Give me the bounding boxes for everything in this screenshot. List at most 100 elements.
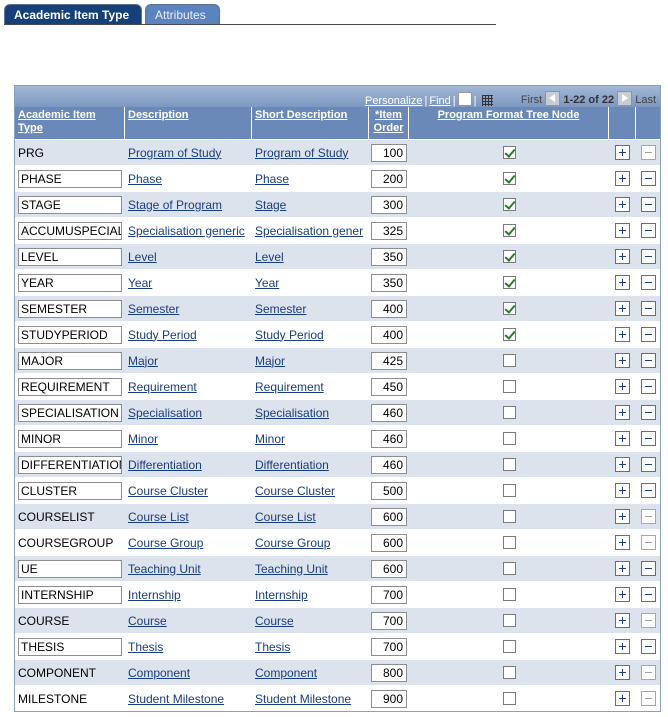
item-order-input[interactable]: 600 [371, 507, 407, 526]
academic-item-type-input[interactable]: SPECIALISATION [18, 403, 122, 422]
program-format-tree-node-checkbox[interactable] [502, 510, 516, 523]
description-link[interactable]: Differentiation [128, 458, 252, 472]
tab-attributes[interactable]: Attributes [145, 4, 220, 24]
add-row-icon[interactable] [615, 457, 630, 472]
short-description-link[interactable]: Specialisation gener [255, 224, 369, 238]
academic-item-type-input[interactable]: MINOR [18, 429, 122, 448]
short-description-link[interactable]: Phase [255, 172, 369, 186]
academic-item-type-input[interactable]: UE [18, 559, 122, 578]
item-order-input[interactable]: 300 [371, 195, 407, 214]
description-link[interactable]: Student Milestone [128, 692, 252, 706]
add-row-icon[interactable] [615, 639, 630, 654]
add-row-icon[interactable] [615, 561, 630, 576]
short-description-link[interactable]: Thesis [255, 640, 369, 654]
description-link[interactable]: Teaching Unit [128, 562, 252, 576]
program-format-tree-node-checkbox[interactable] [502, 666, 516, 679]
add-row-icon[interactable] [615, 223, 630, 238]
description-link[interactable]: Component [128, 666, 252, 680]
short-description-link[interactable]: Study Period [255, 328, 369, 342]
academic-item-type-input[interactable]: CLUSTER [18, 481, 122, 500]
add-row-icon[interactable] [615, 691, 630, 706]
next-page-icon[interactable] [617, 91, 633, 106]
short-description-link[interactable]: Stage [255, 198, 369, 212]
item-order-input[interactable]: 100 [371, 143, 407, 162]
academic-item-type-input[interactable]: DIFFERENTIATION [18, 455, 122, 474]
academic-item-type-input[interactable]: PHASE [18, 169, 122, 188]
program-format-tree-node-checkbox[interactable] [502, 250, 516, 263]
description-link[interactable]: Year [128, 276, 252, 290]
short-description-link[interactable]: Differentiation [255, 458, 369, 472]
description-link[interactable]: Course List [128, 510, 252, 524]
delete-row-icon[interactable] [640, 301, 656, 316]
item-order-input[interactable]: 900 [371, 689, 407, 708]
description-link[interactable]: Phase [128, 172, 252, 186]
program-format-tree-node-checkbox[interactable] [502, 172, 516, 185]
add-row-icon[interactable] [615, 249, 630, 264]
program-format-tree-node-checkbox[interactable] [502, 302, 516, 315]
find-link[interactable]: Find [429, 95, 450, 107]
add-row-icon[interactable] [615, 353, 630, 368]
add-row-icon[interactable] [615, 587, 630, 602]
header-academic-item-type[interactable]: Academic Item Type [15, 107, 125, 139]
program-format-tree-node-checkbox[interactable] [502, 484, 516, 497]
add-row-icon[interactable] [615, 431, 630, 446]
add-row-icon[interactable] [615, 665, 630, 680]
item-order-input[interactable]: 700 [371, 611, 407, 630]
program-format-tree-node-checkbox[interactable] [502, 562, 516, 575]
description-link[interactable]: Stage of Program [128, 198, 252, 212]
description-link[interactable]: Course [128, 614, 252, 628]
view-all-icon[interactable] [457, 92, 472, 106]
item-order-input[interactable]: 700 [371, 585, 407, 604]
short-description-link[interactable]: Program of Study [255, 146, 369, 160]
item-order-input[interactable]: 460 [371, 429, 407, 448]
short-description-link[interactable]: Level [255, 250, 369, 264]
description-link[interactable]: Program of Study [128, 146, 252, 160]
add-row-icon[interactable] [615, 145, 630, 160]
delete-row-icon[interactable] [640, 639, 656, 654]
academic-item-type-input[interactable]: STAGE [18, 195, 122, 214]
item-order-input[interactable]: 460 [371, 455, 407, 474]
academic-item-type-input[interactable]: INTERNSHIP [18, 585, 122, 604]
program-format-tree-node-checkbox[interactable] [502, 146, 516, 159]
short-description-link[interactable]: Specialisation [255, 406, 369, 420]
download-grid-icon[interactable] [482, 95, 494, 106]
program-format-tree-node-checkbox[interactable] [502, 380, 516, 393]
academic-item-type-input[interactable]: MAJOR [18, 351, 122, 370]
description-link[interactable]: Internship [128, 588, 252, 602]
description-link[interactable]: Major [128, 354, 252, 368]
personalize-link[interactable]: Personalize [365, 95, 422, 107]
add-row-icon[interactable] [615, 301, 630, 316]
academic-item-type-input[interactable]: YEAR [18, 273, 122, 292]
short-description-link[interactable]: Teaching Unit [255, 562, 369, 576]
description-link[interactable]: Study Period [128, 328, 252, 342]
item-order-input[interactable]: 800 [371, 663, 407, 682]
add-row-icon[interactable] [615, 197, 630, 212]
add-row-icon[interactable] [615, 275, 630, 290]
program-format-tree-node-checkbox[interactable] [502, 432, 516, 445]
description-link[interactable]: Specialisation [128, 406, 252, 420]
short-description-link[interactable]: Minor [255, 432, 369, 446]
delete-row-icon[interactable] [640, 353, 656, 368]
delete-row-icon[interactable] [640, 197, 656, 212]
academic-item-type-input[interactable]: STUDYPERIOD [18, 325, 122, 344]
short-description-link[interactable]: Major [255, 354, 369, 368]
delete-row-icon[interactable] [640, 223, 656, 238]
delete-row-icon[interactable] [640, 249, 656, 264]
item-order-input[interactable]: 400 [371, 299, 407, 318]
program-format-tree-node-checkbox[interactable] [502, 536, 516, 549]
delete-row-icon[interactable] [640, 457, 656, 472]
program-format-tree-node-checkbox[interactable] [502, 276, 516, 289]
item-order-input[interactable]: 350 [371, 247, 407, 266]
description-link[interactable]: Requirement [128, 380, 252, 394]
description-link[interactable]: Level [128, 250, 252, 264]
delete-row-icon[interactable] [640, 275, 656, 290]
add-row-icon[interactable] [615, 613, 630, 628]
item-order-input[interactable]: 700 [371, 637, 407, 656]
academic-item-type-input[interactable]: SEMESTER [18, 299, 122, 318]
description-link[interactable]: Minor [128, 432, 252, 446]
item-order-input[interactable]: 500 [371, 481, 407, 500]
short-description-link[interactable]: Year [255, 276, 369, 290]
item-order-input[interactable]: 325 [371, 221, 407, 240]
add-row-icon[interactable] [615, 535, 630, 550]
delete-row-icon[interactable] [640, 379, 656, 394]
